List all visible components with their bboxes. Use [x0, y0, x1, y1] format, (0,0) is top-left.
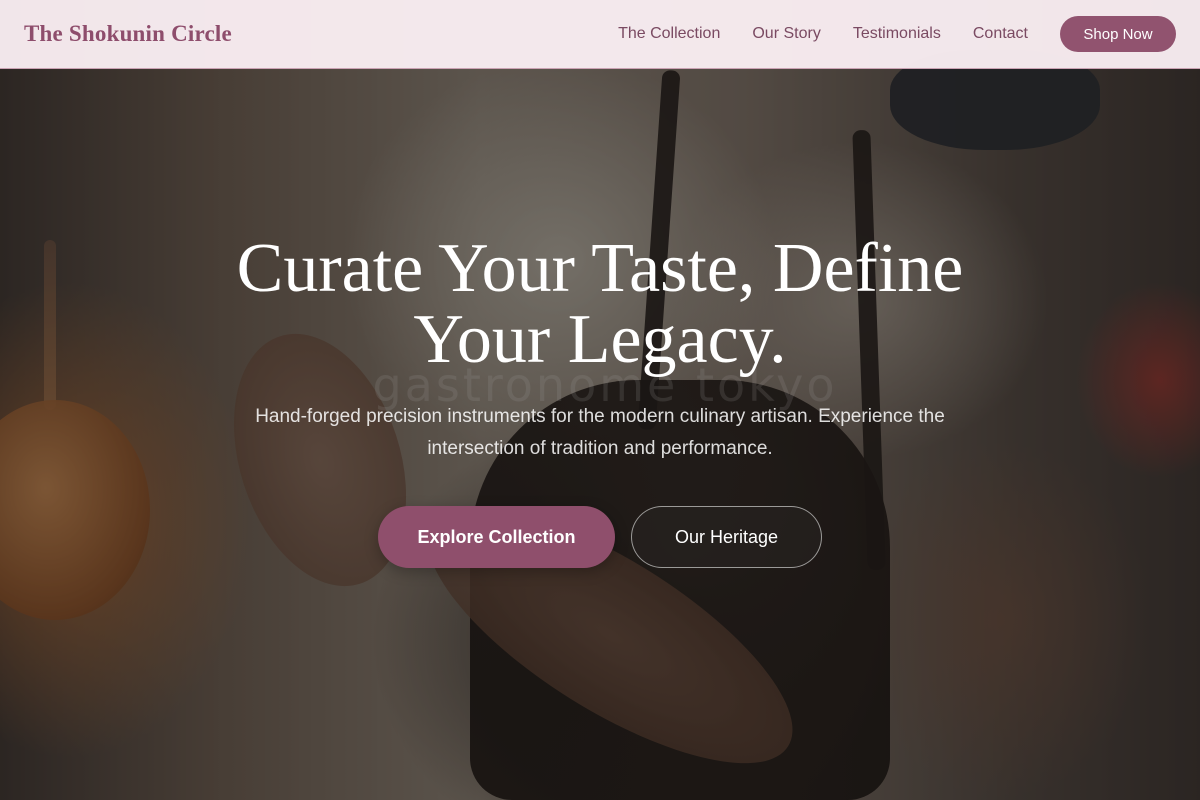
hero-title-line-2: Your Legacy. — [413, 301, 787, 378]
nav-link-contact[interactable]: Contact — [973, 25, 1028, 43]
nav-link-collection[interactable]: The Collection — [618, 25, 720, 43]
our-heritage-button[interactable]: Our Heritage — [631, 506, 822, 568]
hero-subtitle: Hand-forged precision instruments for th… — [200, 401, 1000, 465]
hero-button-row: Explore Collection Our Heritage — [0, 506, 1200, 568]
site-header: The Shokunin Circle The Collection Our S… — [0, 0, 1200, 69]
hero-subtitle-line-2: intersection of tradition and performanc… — [427, 438, 773, 459]
hero-title: Curate Your Taste, Define Your Legacy. — [150, 233, 1050, 375]
hero-section: Curate Your Taste, Define Your Legacy. H… — [0, 69, 1200, 800]
hero-subtitle-line-1: Hand-forged precision instruments for th… — [255, 406, 945, 427]
hero-title-line-1: Curate Your Taste, Define — [236, 230, 964, 307]
nav-link-testimonials[interactable]: Testimonials — [853, 25, 941, 43]
nav-link-our-story[interactable]: Our Story — [752, 25, 820, 43]
main-nav: The Collection Our Story Testimonials Co… — [618, 16, 1176, 52]
brand-logo[interactable]: The Shokunin Circle — [24, 21, 232, 47]
explore-collection-button[interactable]: Explore Collection — [378, 506, 615, 568]
shop-now-button[interactable]: Shop Now — [1060, 16, 1176, 52]
